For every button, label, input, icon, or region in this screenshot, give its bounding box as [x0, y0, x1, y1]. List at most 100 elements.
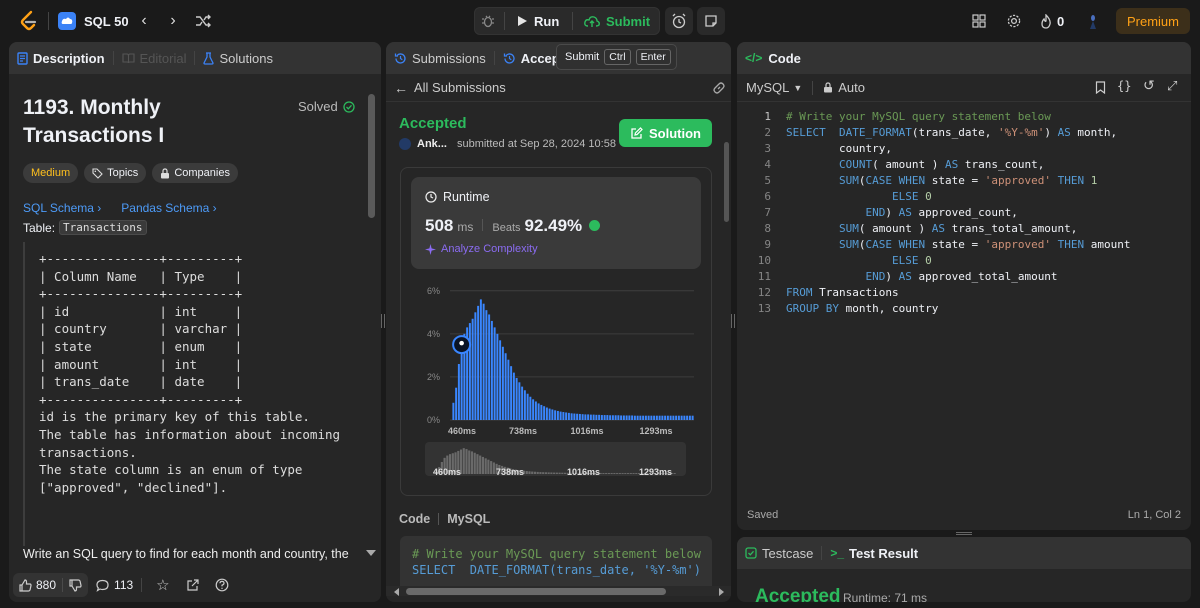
reset-icon[interactable]: ↺ — [1143, 77, 1155, 94]
scroll-right-arrow[interactable] — [719, 588, 724, 596]
runtime-bar[interactable] — [540, 404, 543, 420]
runtime-bar[interactable] — [457, 364, 460, 420]
runtime-bar[interactable] — [622, 415, 625, 420]
runtime-bar[interactable] — [565, 412, 568, 420]
runtime-bar[interactable] — [554, 410, 557, 420]
layout-grid-icon[interactable] — [970, 12, 988, 30]
bookmark-icon[interactable] — [1095, 81, 1106, 94]
chevron-left-icon[interactable]: ‹ — [136, 12, 152, 30]
pandas-schema-link[interactable]: Pandas Schema › — [121, 201, 216, 215]
sql-schema-link[interactable]: SQL Schema › — [23, 201, 101, 215]
tab-description[interactable]: Description — [17, 51, 105, 66]
runtime-bar[interactable] — [567, 412, 570, 420]
timer-button[interactable] — [665, 7, 693, 35]
runtime-bar[interactable] — [496, 333, 499, 420]
runtime-bar[interactable] — [620, 415, 623, 420]
runtime-bar[interactable] — [592, 414, 595, 420]
runtime-bar[interactable] — [691, 415, 694, 420]
runtime-bar[interactable] — [545, 407, 548, 420]
runtime-box[interactable]: Runtime 508 ms Beats 92.49% Analyze Comp… — [411, 177, 701, 269]
runtime-bar[interactable] — [537, 403, 540, 420]
runtime-bar[interactable] — [639, 415, 642, 420]
runtime-bar[interactable] — [631, 415, 634, 420]
companies-tag[interactable]: Companies — [152, 163, 238, 183]
runtime-bar[interactable] — [578, 413, 581, 420]
run-button[interactable]: Run — [512, 9, 572, 33]
runtime-bar[interactable] — [677, 415, 680, 420]
runtime-bar[interactable] — [518, 382, 521, 420]
runtime-bar[interactable] — [587, 414, 590, 420]
problem-list-icon[interactable] — [58, 12, 76, 30]
difficulty-badge[interactable]: Medium — [23, 163, 79, 183]
streak-counter[interactable]: 0 — [1040, 12, 1064, 30]
runtime-bar[interactable] — [666, 415, 669, 420]
runtime-bar[interactable] — [589, 414, 592, 420]
solution-button[interactable]: Solution — [619, 119, 712, 147]
runtime-bar[interactable] — [653, 415, 656, 420]
user-avatar[interactable] — [399, 138, 411, 150]
share-icon[interactable] — [186, 578, 199, 592]
runtime-bar[interactable] — [507, 359, 510, 420]
runtime-bar[interactable] — [661, 415, 664, 420]
runtime-bar[interactable] — [559, 411, 562, 420]
desc-scrollbar[interactable] — [368, 94, 375, 218]
tab-editorial[interactable]: Editorial — [121, 51, 186, 66]
runtime-bar[interactable] — [455, 387, 458, 420]
runtime-bar[interactable] — [468, 323, 471, 420]
username[interactable]: Ank... — [417, 138, 447, 150]
gear-icon[interactable] — [1005, 12, 1023, 30]
runtime-bar[interactable] — [510, 366, 513, 420]
runtime-bar[interactable] — [488, 314, 491, 420]
runtime-bar[interactable] — [636, 415, 639, 420]
runtime-bar[interactable] — [686, 415, 689, 420]
runtime-bar[interactable] — [474, 312, 477, 420]
submit-button[interactable]: Submit — [580, 9, 656, 33]
scroll-down-arrow[interactable] — [366, 550, 376, 556]
runtime-bar[interactable] — [452, 402, 455, 420]
runtime-bar[interactable] — [650, 415, 653, 420]
premium-button[interactable]: Premium — [1116, 8, 1190, 34]
runtime-bar[interactable] — [595, 414, 598, 420]
runtime-bar[interactable] — [655, 415, 658, 420]
runtime-bar[interactable] — [551, 409, 554, 420]
resize-handle-left[interactable] — [381, 314, 385, 328]
runtime-bar[interactable] — [683, 415, 686, 420]
help-icon[interactable] — [215, 578, 229, 592]
runtime-bar[interactable] — [482, 303, 485, 420]
star-icon[interactable]: ☆ — [156, 576, 169, 594]
runtime-bar[interactable] — [523, 390, 526, 420]
runtime-bar[interactable] — [614, 415, 617, 420]
mode-select[interactable]: Auto — [823, 80, 865, 95]
runtime-bar[interactable] — [477, 305, 480, 420]
tab-testcase[interactable]: Testcase — [745, 546, 813, 561]
runtime-bar[interactable] — [688, 415, 691, 420]
runtime-bar[interactable] — [556, 410, 559, 420]
runtime-bar[interactable] — [625, 415, 628, 420]
runtime-bar[interactable] — [512, 372, 515, 420]
runtime-bar[interactable] — [669, 415, 672, 420]
all-submissions-link[interactable]: All Submissions — [414, 80, 506, 95]
shuffle-icon[interactable] — [194, 12, 212, 30]
comments-button[interactable]: 113 — [96, 578, 133, 592]
analyze-complexity-link[interactable]: Analyze Complexity — [425, 243, 538, 255]
runtime-bar[interactable] — [573, 413, 576, 420]
runtime-bar[interactable] — [562, 412, 565, 420]
runtime-bar[interactable] — [515, 378, 518, 420]
runtime-bar[interactable] — [584, 414, 587, 420]
runtime-bar[interactable] — [499, 340, 502, 420]
runtime-bar[interactable] — [611, 415, 614, 420]
like-button[interactable]: 880 — [19, 578, 56, 592]
runtime-bar[interactable] — [664, 415, 667, 420]
runtime-bar[interactable] — [603, 415, 606, 420]
horizontal-resize-handle[interactable] — [956, 532, 972, 535]
leetcode-logo-icon[interactable] — [18, 10, 40, 32]
runtime-bar[interactable] — [532, 399, 535, 420]
runtime-bar[interactable] — [485, 310, 488, 420]
runtime-bar[interactable] — [675, 415, 678, 420]
runtime-bar[interactable] — [680, 415, 683, 420]
runtime-bar[interactable] — [628, 415, 631, 420]
runtime-bar[interactable] — [606, 415, 609, 420]
runtime-bar[interactable] — [504, 353, 507, 420]
runtime-bar[interactable] — [570, 413, 573, 420]
debug-icon[interactable] — [479, 12, 497, 30]
